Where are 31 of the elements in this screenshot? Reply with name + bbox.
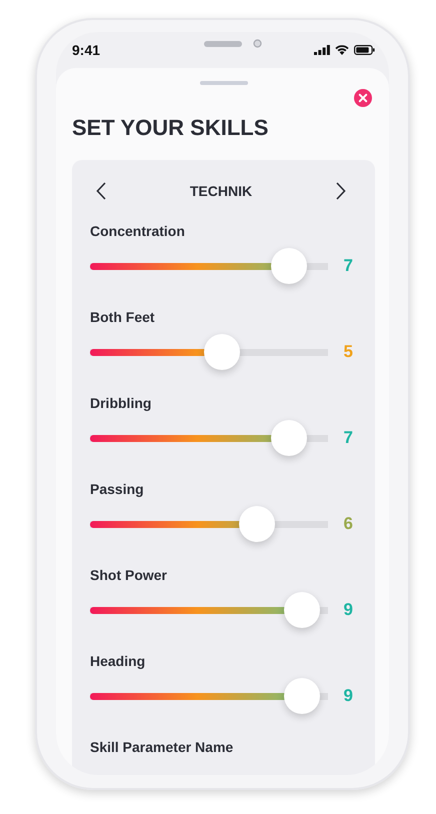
- slider-thumb[interactable]: [271, 248, 308, 284]
- chevron-left-icon[interactable]: [96, 182, 106, 200]
- skill-label: Concentration: [90, 222, 186, 240]
- skill-label: Both Feet: [90, 308, 156, 326]
- skill-label: Heading: [90, 652, 146, 670]
- skill-label: Shot Power: [90, 566, 168, 584]
- status-time: 9:41: [72, 42, 100, 58]
- slider-thumb[interactable]: [204, 334, 240, 370]
- speaker-icon: [204, 41, 242, 47]
- skill-value: 5: [342, 342, 354, 362]
- skill-label: Dribbling: [90, 394, 152, 412]
- close-icon[interactable]: [354, 89, 372, 107]
- chevron-right-icon[interactable]: [336, 182, 346, 200]
- skill-label: Skill Parameter Name: [90, 738, 234, 756]
- skill-value: 6: [342, 514, 354, 534]
- skill-value: 7: [342, 256, 354, 276]
- skill-value: 9: [342, 686, 354, 706]
- drag-handle[interactable]: [200, 81, 248, 85]
- slider-thumb[interactable]: [284, 678, 320, 714]
- slider-thumb[interactable]: [284, 592, 320, 628]
- battery-icon: [354, 45, 375, 55]
- slider-thumb[interactable]: [238, 506, 275, 542]
- category-title: TECHNIK: [190, 183, 252, 199]
- signal-icon: [314, 45, 330, 55]
- skill-value: 9: [342, 600, 354, 620]
- slider-thumb[interactable]: [271, 420, 308, 456]
- page-title: SET YOUR SKILLS: [72, 117, 270, 139]
- skill-label: Passing: [90, 480, 145, 498]
- wifi-icon: [335, 45, 349, 55]
- camera-icon: [253, 39, 262, 48]
- skill-value: 7: [342, 428, 354, 448]
